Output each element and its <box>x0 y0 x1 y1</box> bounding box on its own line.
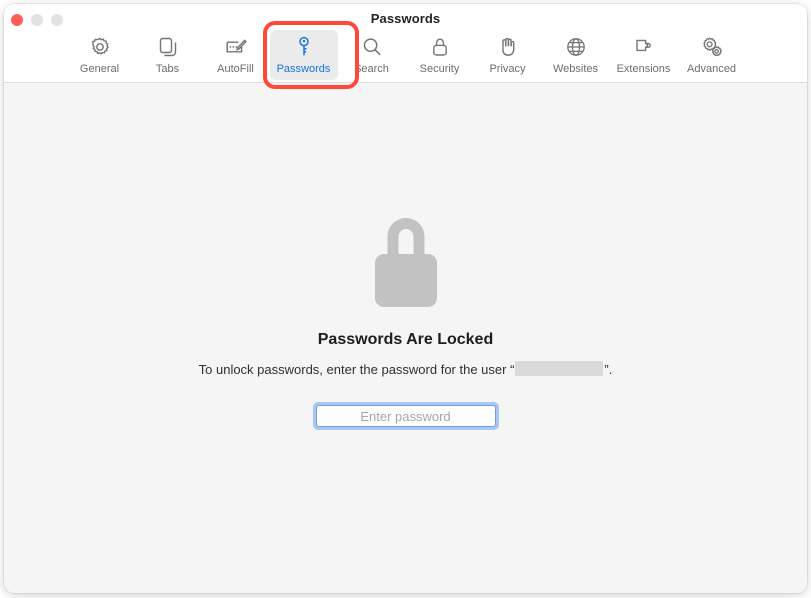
locked-message-prefix: To unlock passwords, enter the password … <box>198 362 515 377</box>
window-title: Passwords <box>370 11 441 26</box>
autofill-icon <box>223 34 249 60</box>
tab-label: Search <box>354 63 389 75</box>
puzzle-icon <box>631 34 657 60</box>
tab-label: Advanced <box>687 63 736 75</box>
tab-tabs[interactable]: Tabs <box>134 30 202 80</box>
tab-autofill[interactable]: AutoFill <box>202 30 270 80</box>
preferences-window: Passwords General Tabs AutoFill Password… <box>4 4 807 593</box>
globe-icon <box>563 34 589 60</box>
tab-label: Tabs <box>155 63 180 75</box>
locked-message: To unlock passwords, enter the password … <box>4 360 807 379</box>
password-field-focus-ring <box>312 402 499 430</box>
tab-label: Websites <box>552 63 599 75</box>
tabs-icon <box>155 34 181 60</box>
tab-label: AutoFill <box>217 63 254 75</box>
passwords-locked-panel: Passwords Are Locked To unlock passwords… <box>4 83 807 430</box>
gears-icon <box>699 34 725 60</box>
gear-icon <box>87 34 113 60</box>
tab-search[interactable]: Search <box>338 30 406 80</box>
search-icon <box>359 34 385 60</box>
locked-message-suffix: ”. <box>604 362 613 377</box>
key-icon <box>291 34 317 60</box>
tab-security[interactable]: Security <box>406 30 474 80</box>
tab-general[interactable]: General <box>66 30 134 80</box>
tab-label: Passwords <box>276 63 331 75</box>
window-toolbar: Passwords General Tabs AutoFill Password… <box>4 4 807 89</box>
tab-label: Extensions <box>616 63 671 75</box>
tab-extensions[interactable]: Extensions <box>610 30 678 80</box>
redacted-username <box>515 361 604 376</box>
preferences-tabstrip: General Tabs AutoFill Passwords Search S… <box>4 30 807 82</box>
tab-advanced[interactable]: Advanced <box>678 30 746 80</box>
lock-icon <box>427 34 453 60</box>
preferences-content-pane: Passwords Are Locked To unlock passwords… <box>4 83 807 593</box>
tab-passwords[interactable]: Passwords <box>269 30 338 80</box>
padlock-icon <box>374 218 437 307</box>
tab-websites[interactable]: Websites <box>542 30 610 80</box>
hand-icon <box>495 34 521 60</box>
tab-label: General <box>79 63 120 75</box>
password-input[interactable] <box>315 405 496 427</box>
tab-privacy[interactable]: Privacy <box>474 30 542 80</box>
tab-label: Privacy <box>489 63 526 75</box>
page-title: Passwords Are Locked <box>317 331 494 348</box>
tab-label: Security <box>419 63 460 75</box>
